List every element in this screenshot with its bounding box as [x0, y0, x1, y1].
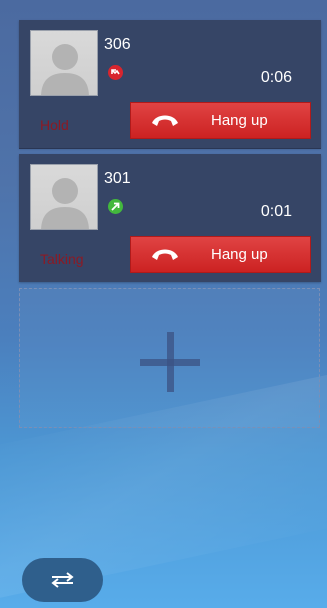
swap-calls-button[interactable] — [22, 558, 103, 602]
person-silhouette-icon — [41, 44, 89, 95]
call-hold-icon — [108, 65, 123, 80]
caller-number: 306 — [104, 36, 131, 53]
call-duration: 0:06 — [260, 69, 292, 86]
person-silhouette-icon — [41, 178, 89, 229]
call-state-label[interactable]: Talking — [40, 251, 84, 267]
call-card-306[interactable]: 306 0:06 Hold Hang up — [19, 20, 321, 148]
hang-up-button[interactable]: Hang up — [130, 102, 311, 139]
swap-arrows-icon — [51, 572, 74, 588]
hang-up-button[interactable]: Hang up — [130, 236, 311, 273]
avatar — [30, 30, 98, 96]
avatar — [30, 164, 98, 230]
phone-hangup-icon — [152, 249, 178, 260]
hang-up-label: Hang up — [211, 246, 268, 263]
hang-up-label: Hang up — [211, 112, 268, 129]
add-call-button[interactable] — [19, 288, 320, 428]
call-duration: 0:01 — [260, 203, 292, 220]
call-card-301[interactable]: 301 0:01 Talking Hang up — [19, 154, 321, 282]
phone-hangup-icon — [152, 115, 178, 126]
call-outgoing-icon — [108, 199, 123, 214]
caller-number: 301 — [104, 170, 131, 187]
plus-icon — [140, 332, 200, 392]
call-state-label[interactable]: Hold — [40, 117, 69, 133]
card-divider — [19, 148, 321, 149]
